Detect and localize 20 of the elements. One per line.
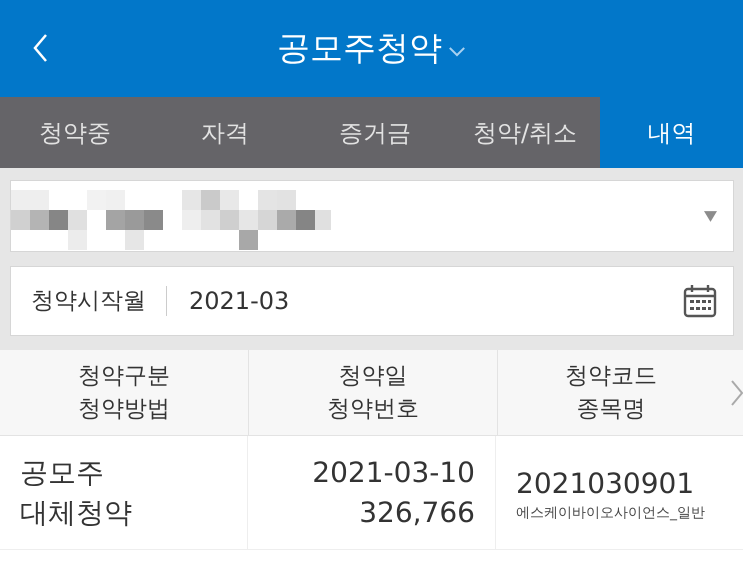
column-header: 청약구분 청약방법	[0, 350, 249, 435]
calendar-icon[interactable]	[683, 284, 717, 318]
date-field[interactable]: 청약시작월 2021-03	[10, 266, 734, 336]
dropdown-arrow-icon	[704, 210, 717, 222]
field-label: 청약시작월	[31, 286, 167, 316]
stock-name-text: 에스케이바이오사이언스_일반	[516, 504, 706, 522]
screen-title[interactable]: 공모주청약	[277, 26, 442, 71]
tab[interactable]: 내역	[600, 97, 743, 168]
offer-method-text: 대체청약	[20, 494, 133, 530]
account-dropdown[interactable]	[10, 180, 734, 252]
column-header: 청약코드 종목명	[564, 362, 658, 424]
number-text: 326,766	[359, 494, 475, 530]
column-header: 청약일 청약번호	[249, 350, 498, 435]
chevron-down-icon[interactable]	[448, 46, 466, 57]
chevron-right-icon[interactable]	[731, 378, 743, 408]
code-text: 2021030901	[516, 466, 696, 502]
offer-type-text: 공모주	[20, 454, 105, 490]
field-value: 2021-03	[189, 287, 290, 315]
date-text: 2021-03-10	[312, 454, 475, 490]
back-icon[interactable]	[32, 33, 48, 63]
